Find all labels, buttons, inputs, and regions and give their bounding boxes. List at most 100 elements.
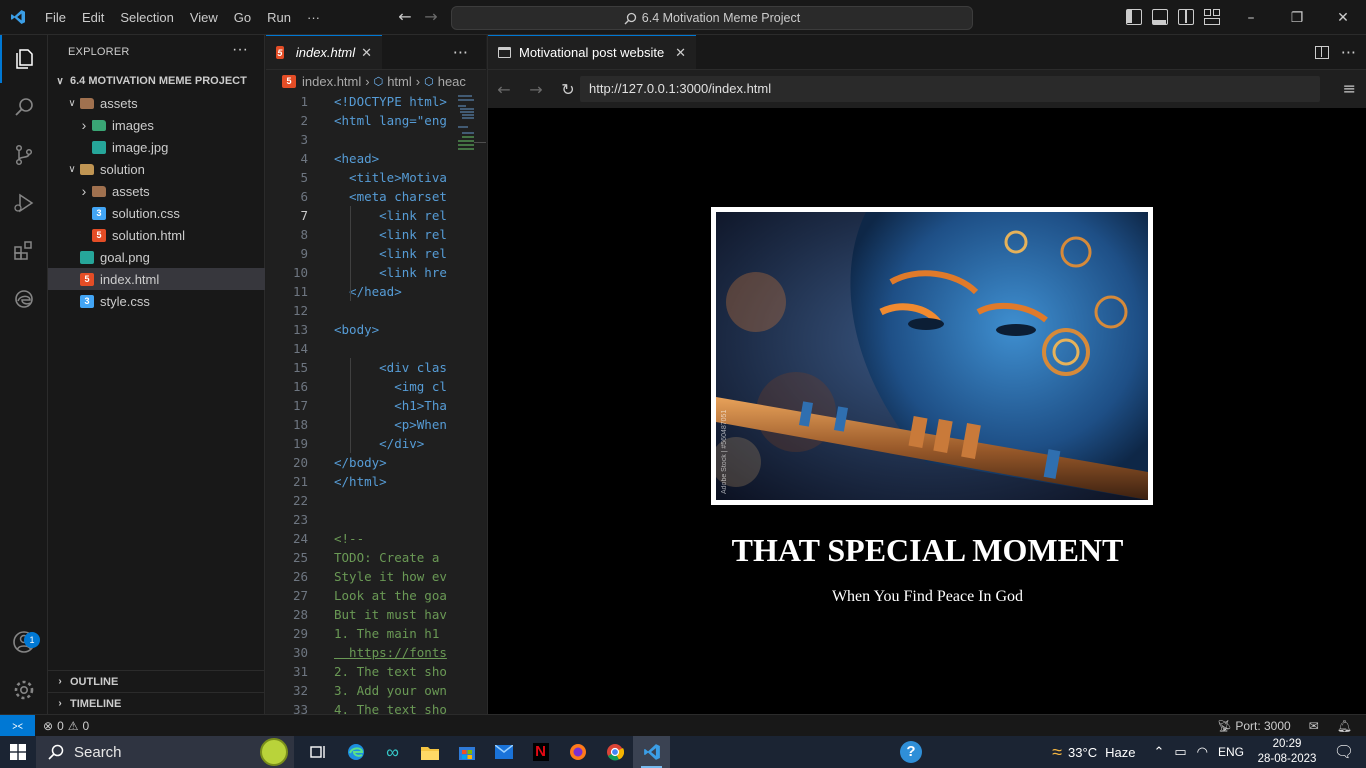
browser-back-arrow-icon[interactable]: ←: [488, 80, 520, 99]
wifi-icon[interactable]: ◠: [1197, 744, 1208, 760]
breadcrumb-item-html[interactable]: html: [387, 74, 412, 89]
port-indicator[interactable]: 📡︎ Port: 3000: [1217, 719, 1291, 733]
menu-more[interactable]: ···: [299, 0, 328, 35]
code-line[interactable]: 22: [266, 491, 486, 510]
code-line[interactable]: 33 4. The text sho: [266, 700, 486, 714]
help-icon[interactable]: ?: [900, 741, 922, 763]
code-line[interactable]: 30 https://fonts: [266, 643, 486, 662]
hamburger-menu-icon[interactable]: ≡: [1343, 79, 1356, 98]
weather-temp[interactable]: 33°C: [1068, 745, 1097, 760]
toggle-secondary-sidebar-icon[interactable]: [1178, 9, 1194, 25]
netflix-icon[interactable]: N: [522, 736, 559, 768]
code-line[interactable]: 16 <img cl: [266, 377, 486, 396]
minimize-button[interactable]: –: [1228, 0, 1274, 35]
tree-item[interactable]: goal.png: [48, 246, 265, 268]
editor-more-actions-icon[interactable]: ···: [435, 35, 486, 69]
firefox-icon[interactable]: [559, 736, 596, 768]
breadcrumb-item-file[interactable]: index.html: [302, 74, 361, 89]
show-hidden-icons-chevron-up-icon[interactable]: ⌃: [1153, 744, 1164, 760]
code-line[interactable]: 25 TODO: Create a: [266, 548, 486, 567]
problems-indicator[interactable]: ⊗ 0 ⚠ 0: [43, 719, 89, 733]
battery-plug-icon[interactable]: ▭: [1174, 744, 1186, 760]
tree-item[interactable]: image.jpg: [48, 136, 265, 158]
code-line[interactable]: 23: [266, 510, 486, 529]
browser-forward-arrow-icon[interactable]: →: [520, 80, 552, 99]
minimap[interactable]: [456, 92, 486, 714]
url-input[interactable]: http://127.0.0.1:3000/index.html: [580, 76, 1320, 102]
taskbar-search-box[interactable]: Search: [36, 736, 294, 768]
tree-item[interactable]: › assets: [48, 180, 265, 202]
code-line[interactable]: 10 <link hre: [266, 263, 486, 282]
extensions-icon[interactable]: [0, 227, 48, 275]
notifications-bell-icon[interactable]: 🔔︎: [1337, 719, 1352, 733]
code-line[interactable]: 9 <link rel: [266, 244, 486, 263]
tree-item[interactable]: 5 solution.html: [48, 224, 265, 246]
remote-indicator-icon[interactable]: ⪥: [0, 714, 35, 737]
nav-forward-arrow-icon[interactable]: →: [421, 8, 441, 28]
toggle-primary-sidebar-icon[interactable]: [1126, 9, 1142, 25]
code-line[interactable]: 18 <p>When: [266, 415, 486, 434]
code-line[interactable]: 20 </body>: [266, 453, 486, 472]
edge-browser-icon[interactable]: [0, 275, 48, 323]
run-debug-icon[interactable]: [0, 179, 48, 227]
outline-section[interactable]: › OUTLINE: [48, 670, 265, 692]
toggle-panel-icon[interactable]: [1152, 9, 1168, 25]
code-line[interactable]: 24 <!--: [266, 529, 486, 548]
code-line[interactable]: 17 <h1>Tha: [266, 396, 486, 415]
code-line[interactable]: 2 <html lang="eng: [266, 111, 486, 130]
tab-index-html[interactable]: 5 index.html ✕: [266, 35, 382, 69]
close-tab-icon[interactable]: ✕: [675, 45, 686, 61]
chrome-icon[interactable]: [596, 736, 633, 768]
code-line[interactable]: 14: [266, 339, 486, 358]
explorer-more-actions-icon[interactable]: ···: [232, 41, 248, 59]
menu-selection[interactable]: Selection: [112, 0, 181, 35]
code-line[interactable]: 31 2. The text sho: [266, 662, 486, 681]
project-folder-row[interactable]: ∨ 6.4 MOTIVATION MEME PROJECT: [48, 70, 265, 92]
windows-start-icon[interactable]: [0, 736, 36, 768]
tree-item[interactable]: › images: [48, 114, 265, 136]
split-editor-icon[interactable]: [1314, 45, 1329, 59]
code-line[interactable]: 28 But it must hav: [266, 605, 486, 624]
code-line[interactable]: 5 <title>Motiva: [266, 168, 486, 187]
search-icon[interactable]: [0, 83, 48, 131]
vscode-taskbar-icon[interactable]: [633, 736, 670, 768]
code-line[interactable]: 11 </head>: [266, 282, 486, 301]
feedback-icon[interactable]: ✉︎: [1309, 719, 1319, 733]
code-editor[interactable]: 1 <!DOCTYPE html> 2 <html lang="eng 3 4 <head>…: [266, 92, 486, 714]
timeline-section[interactable]: › TIMELINE: [48, 692, 265, 714]
code-line[interactable]: 13 <body>: [266, 320, 486, 339]
weather-haze-icon[interactable]: ≈: [1052, 742, 1062, 763]
menu-go[interactable]: Go: [226, 0, 259, 35]
clock[interactable]: 20:29 28-08-2023: [1252, 737, 1322, 767]
code-line[interactable]: 27 Look at the goa: [266, 586, 486, 605]
close-tab-icon[interactable]: ✕: [361, 45, 372, 61]
tree-item[interactable]: 5 index.html: [48, 268, 265, 290]
breadcrumb-item-head[interactable]: heac: [438, 74, 466, 89]
tab-motivational-post[interactable]: Motivational post website ✕: [488, 35, 696, 69]
file-explorer-icon[interactable]: [411, 736, 448, 768]
manage-gear-icon[interactable]: [0, 666, 48, 714]
nav-back-arrow-icon[interactable]: ←: [395, 8, 415, 28]
menu-file[interactable]: File: [37, 0, 74, 35]
notification-center-icon[interactable]: 🗨︎: [1322, 742, 1366, 762]
close-window-button[interactable]: ✕: [1320, 0, 1366, 35]
code-line[interactable]: 21 </html>: [266, 472, 486, 491]
code-line[interactable]: 7 <link rel: [266, 206, 486, 225]
code-line[interactable]: 3: [266, 130, 486, 149]
code-line[interactable]: 19 </div>: [266, 434, 486, 453]
tree-item[interactable]: 3 style.css: [48, 290, 265, 312]
more-actions-icon[interactable]: ···: [1341, 43, 1356, 62]
code-line[interactable]: 32 3. Add your own: [266, 681, 486, 700]
explorer-files-icon[interactable]: [0, 35, 48, 83]
menu-run[interactable]: Run: [259, 0, 299, 35]
menu-edit[interactable]: Edit: [74, 0, 112, 35]
task-view-icon[interactable]: [300, 736, 337, 768]
language-indicator[interactable]: ENG: [1218, 745, 1244, 759]
code-line[interactable]: 26 Style it how ev: [266, 567, 486, 586]
tree-item[interactable]: ∨ assets: [48, 92, 265, 114]
code-line[interactable]: 4 <head>: [266, 149, 486, 168]
code-line[interactable]: 12: [266, 301, 486, 320]
code-line[interactable]: 1 <!DOCTYPE html>: [266, 92, 486, 111]
command-center-search[interactable]: 6.4 Motivation Meme Project: [451, 6, 973, 30]
code-line[interactable]: 29 1. The main h1: [266, 624, 486, 643]
